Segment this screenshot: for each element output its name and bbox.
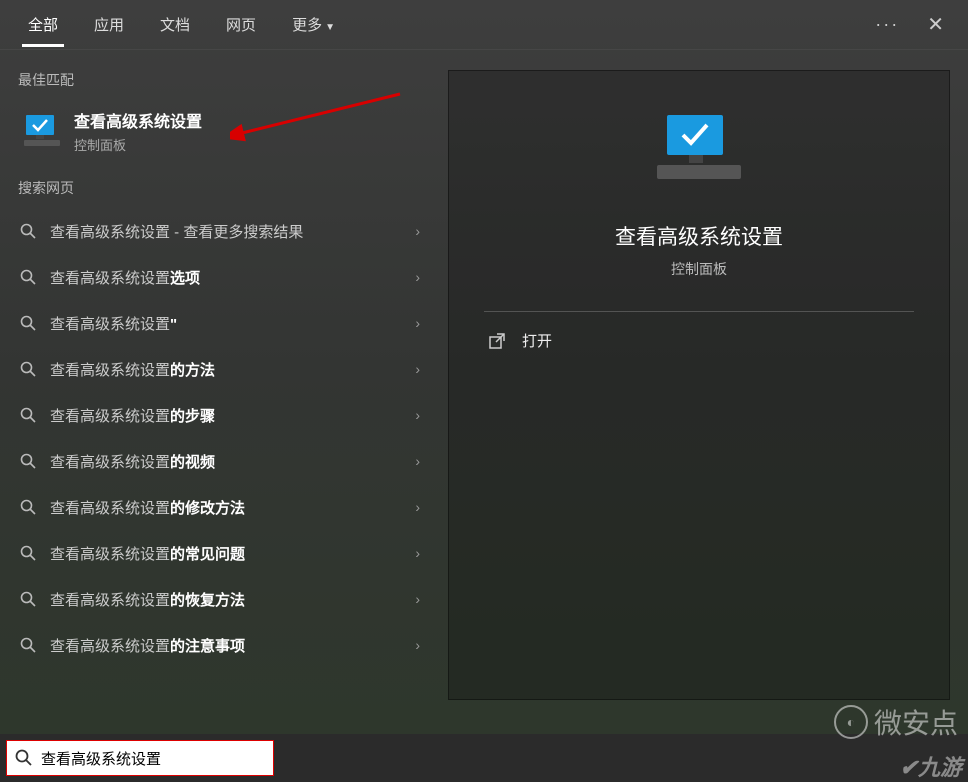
web-result-item[interactable]: 查看高级系统设置的步骤› xyxy=(14,392,430,438)
close-button[interactable]: ✕ xyxy=(913,12,958,37)
chevron-right-icon: › xyxy=(415,591,420,607)
web-search-header: 搜索网页 xyxy=(18,178,430,198)
tab-more-label: 更多 xyxy=(292,17,322,34)
search-icon xyxy=(20,637,36,653)
more-options-button[interactable]: ··· xyxy=(861,14,913,35)
scope-tabs: 全部 应用 文档 网页 更多▼ ··· ✕ xyxy=(0,0,968,50)
tab-web[interactable]: 网页 xyxy=(208,2,274,47)
web-result-item[interactable]: 查看高级系统设置的方法› xyxy=(14,346,430,392)
search-bar[interactable] xyxy=(6,740,274,776)
web-result-text: 查看高级系统设置的注意事项 xyxy=(50,635,415,656)
tab-more[interactable]: 更多▼ xyxy=(274,2,353,47)
search-icon xyxy=(20,269,36,285)
web-result-text: 查看高级系统设置选项 xyxy=(50,267,415,288)
search-icon xyxy=(20,453,36,469)
web-result-text: 查看高级系统设置的恢复方法 xyxy=(50,589,415,610)
chevron-right-icon: › xyxy=(415,361,420,377)
open-icon xyxy=(488,332,506,350)
preview-column: 查看高级系统设置 控制面板 打开 xyxy=(430,50,968,734)
web-result-item[interactable]: 查看高级系统设置的视频› xyxy=(14,438,430,484)
search-icon xyxy=(20,499,36,515)
monitor-check-icon xyxy=(649,111,749,201)
web-result-text: 查看高级系统设置的常见问题 xyxy=(50,543,415,564)
caret-down-icon: ▼ xyxy=(325,22,335,33)
tab-apps[interactable]: 应用 xyxy=(76,2,142,47)
search-icon xyxy=(20,361,36,377)
web-result-text: 查看高级系统设置的方法 xyxy=(50,359,415,380)
results-column: 最佳匹配 查看高级系统设置 控制面板 搜索网页 查看高级系统设置 - 查看更多搜… xyxy=(0,50,430,734)
preview-card: 查看高级系统设置 控制面板 打开 xyxy=(448,70,950,700)
search-input[interactable] xyxy=(41,750,265,767)
search-icon xyxy=(20,591,36,607)
tab-all[interactable]: 全部 xyxy=(10,2,76,47)
web-result-item[interactable]: 查看高级系统设置选项› xyxy=(14,254,430,300)
web-result-item[interactable]: 查看高级系统设置的修改方法› xyxy=(14,484,430,530)
search-panel: 全部 应用 文档 网页 更多▼ ··· ✕ 最佳匹配 查看高级系统设置 控制面板 xyxy=(0,0,968,734)
web-results-list: 查看高级系统设置 - 查看更多搜索结果›查看高级系统设置选项›查看高级系统设置"… xyxy=(14,208,430,668)
best-match-header: 最佳匹配 xyxy=(18,70,430,90)
search-icon xyxy=(15,749,33,767)
search-icon xyxy=(20,315,36,331)
web-result-item[interactable]: 查看高级系统设置的恢复方法› xyxy=(14,576,430,622)
web-result-text: 查看高级系统设置的修改方法 xyxy=(50,497,415,518)
watermark-2-text: 九游 xyxy=(918,755,962,780)
web-result-text: 查看高级系统设置的步骤 xyxy=(50,405,415,426)
web-result-item[interactable]: 查看高级系统设置的常见问题› xyxy=(14,530,430,576)
chevron-right-icon: › xyxy=(415,453,420,469)
web-result-item[interactable]: 查看高级系统设置 - 查看更多搜索结果› xyxy=(14,208,430,254)
watermark-2: ✔九游 xyxy=(900,750,962,782)
preview-title: 查看高级系统设置 xyxy=(615,221,783,251)
chevron-right-icon: › xyxy=(415,315,420,331)
chevron-right-icon: › xyxy=(415,223,420,239)
web-result-text: 查看高级系统设置" xyxy=(50,313,415,334)
chevron-right-icon: › xyxy=(415,499,420,515)
web-result-text: 查看高级系统设置的视频 xyxy=(50,451,415,472)
chevron-right-icon: › xyxy=(415,269,420,285)
search-icon xyxy=(20,223,36,239)
best-match-item[interactable]: 查看高级系统设置 控制面板 xyxy=(14,100,430,162)
web-result-item[interactable]: 查看高级系统设置"› xyxy=(14,300,430,346)
chevron-right-icon: › xyxy=(415,545,420,561)
open-action[interactable]: 打开 xyxy=(484,312,914,369)
chevron-right-icon: › xyxy=(415,407,420,423)
best-match-subtitle: 控制面板 xyxy=(74,135,202,154)
best-match-title: 查看高级系统设置 xyxy=(74,108,202,132)
search-icon xyxy=(20,407,36,423)
open-label: 打开 xyxy=(522,330,552,351)
search-icon xyxy=(20,545,36,561)
web-result-item[interactable]: 查看高级系统设置的注意事项› xyxy=(14,622,430,668)
monitor-check-icon xyxy=(22,113,62,149)
web-result-text: 查看高级系统设置 - 查看更多搜索结果 xyxy=(50,221,415,242)
chevron-right-icon: › xyxy=(415,637,420,653)
tab-docs[interactable]: 文档 xyxy=(142,2,208,47)
preview-subtitle: 控制面板 xyxy=(671,259,727,279)
